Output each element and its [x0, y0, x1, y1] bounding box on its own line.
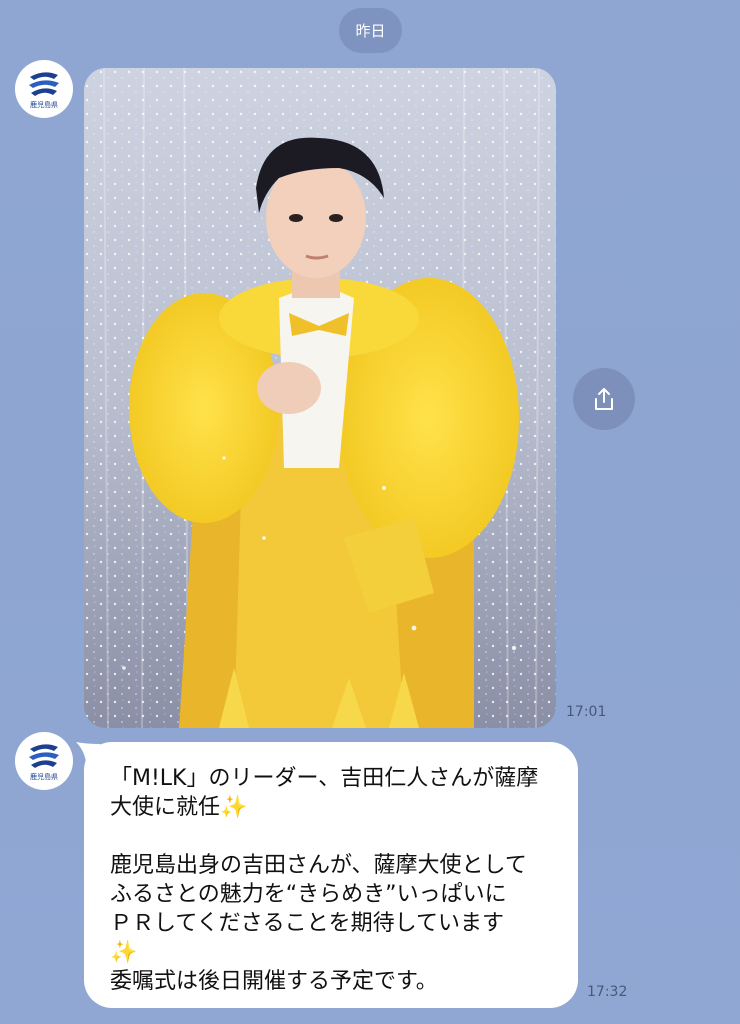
sender-avatar[interactable]: 鹿児島県 — [15, 60, 73, 118]
avatar-label: 鹿児島県 — [30, 772, 58, 781]
message-time: 17:01 — [566, 704, 607, 720]
text-message[interactable]: 「M!LK」のリーダー、吉田仁人さんが薩摩 大使に就任✨ 鹿児島出身の吉田さんが… — [84, 742, 578, 1008]
message-line: 鹿児島出身の吉田さんが、薩摩大使として — [110, 853, 527, 878]
date-separator: 昨日 — [339, 8, 402, 53]
message-line: 「M!LK」のリーダー、吉田仁人さんが薩摩 — [110, 766, 539, 791]
share-icon — [595, 388, 613, 410]
photo-image — [84, 68, 556, 728]
sender-avatar[interactable]: 鹿児島県 — [15, 732, 73, 790]
kagoshima-logo-icon — [29, 743, 59, 768]
message-line: 大使に就任✨ — [110, 795, 248, 820]
sparkles-emoji: ✨ — [110, 940, 138, 965]
avatar-label: 鹿児島県 — [30, 100, 58, 109]
message-time: 17:32 — [587, 984, 628, 1000]
share-button[interactable] — [573, 368, 635, 430]
image-message[interactable] — [84, 68, 556, 728]
kagoshima-logo-icon — [29, 71, 59, 96]
sparkles-emoji: ✨ — [220, 795, 248, 820]
message-line: 委嘱式は後日開催する予定です。 — [110, 969, 438, 994]
message-line: ＰＲしてくださることを期待しています — [110, 911, 505, 936]
message-line: ふるさとの魅力を“きらめき”いっぱいに — [110, 882, 507, 907]
